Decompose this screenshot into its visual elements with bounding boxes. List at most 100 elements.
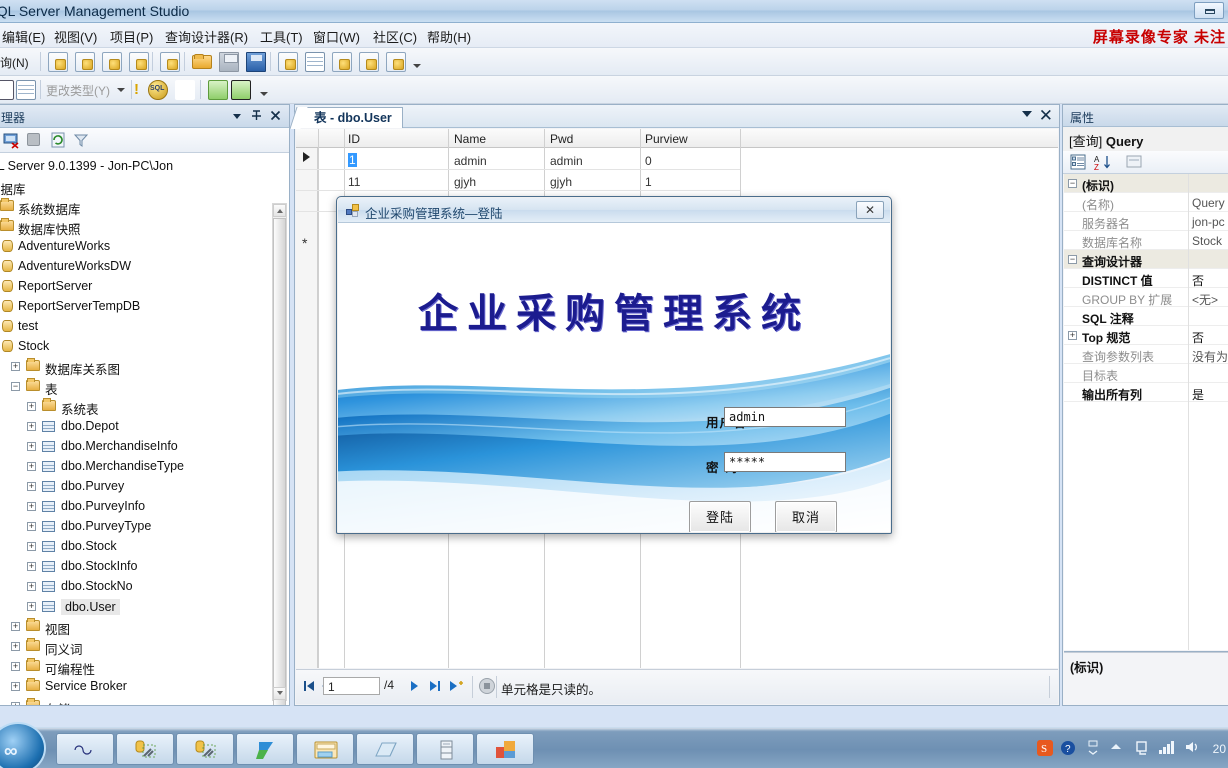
table-designer-icon[interactable]: [0, 80, 14, 100]
property-value[interactable]: 否: [1192, 272, 1204, 289]
set-primary-key-icon[interactable]: [128, 80, 148, 100]
toolbar-overflow-icon[interactable]: [413, 62, 422, 71]
verify-sql-icon[interactable]: [231, 80, 251, 100]
signal-icon[interactable]: [1158, 740, 1176, 757]
filter-icon[interactable]: [72, 131, 92, 151]
property-value[interactable]: 没有为此: [1192, 348, 1228, 365]
property-row-top-spec[interactable]: + Top 规范 否: [1064, 326, 1228, 345]
expander-icon[interactable]: +: [27, 402, 36, 411]
username-input[interactable]: admin: [724, 407, 846, 427]
menu-item-query-designer[interactable]: 查询设计器(R): [163, 27, 250, 46]
expander-icon[interactable]: +: [11, 702, 20, 705]
new-document-icon[interactable]: [48, 52, 68, 72]
cell-pwd[interactable]: admin: [550, 154, 583, 168]
column-header-id[interactable]: ID: [348, 132, 360, 146]
alphabetical-icon[interactable]: A Z: [1094, 154, 1112, 174]
properties-grid[interactable]: − (标识) (名称) Query 服务器名 jon-pc 数据库名称 Stoc…: [1064, 174, 1228, 650]
tab-dbo-user[interactable]: 表 - dbo.User: [299, 107, 403, 128]
close-icon[interactable]: ✕: [856, 201, 884, 219]
column-header-purview[interactable]: Purview: [645, 132, 688, 146]
expander-icon[interactable]: −: [11, 382, 20, 391]
expander-icon[interactable]: +: [27, 522, 36, 531]
save-all-icon[interactable]: [246, 52, 266, 72]
menu-item-help[interactable]: 帮助(H): [425, 27, 473, 46]
cell-pwd[interactable]: gjyh: [550, 175, 572, 189]
cell-name[interactable]: gjyh: [454, 175, 476, 189]
cell-id[interactable]: 11: [348, 175, 360, 189]
property-value[interactable]: Stock: [1192, 234, 1222, 248]
login-dialog[interactable]: 企业采购管理系统—登陆 ✕: [336, 196, 892, 534]
property-row-database[interactable]: 数据库名称 Stock: [1064, 231, 1228, 250]
stop-icon[interactable]: [478, 677, 496, 698]
property-category-identity[interactable]: − (标识): [1064, 174, 1228, 193]
new-record-icon[interactable]: [448, 679, 464, 696]
taskbar-clock[interactable]: 20: [1213, 742, 1226, 756]
new-file-icon[interactable]: [160, 52, 180, 72]
import-icon[interactable]: [332, 52, 352, 72]
copy-query-icon[interactable]: [278, 52, 298, 72]
results-grid-icon[interactable]: [305, 52, 325, 72]
property-row-name[interactable]: (名称) Query: [1064, 193, 1228, 212]
show-hidden-icon[interactable]: [1086, 740, 1100, 759]
column-header-name[interactable]: Name: [454, 132, 486, 146]
change-type-label[interactable]: 更改类型(Y): [46, 82, 110, 99]
last-record-icon[interactable]: [428, 679, 442, 696]
password-input[interactable]: *****: [724, 452, 846, 472]
sql-icon[interactable]: [148, 80, 168, 100]
add-table-icon[interactable]: [208, 80, 228, 100]
property-row-output-all-columns[interactable]: 输出所有列 是: [1064, 383, 1228, 402]
menu-item-project[interactable]: 项目(P): [108, 27, 155, 46]
taskbar-button-notepad[interactable]: [356, 733, 414, 765]
property-row-distinct[interactable]: DISTINCT 值 否: [1064, 269, 1228, 288]
expander-icon[interactable]: +: [11, 362, 20, 371]
restore-window-button[interactable]: [1194, 2, 1224, 19]
expander-icon[interactable]: +: [11, 642, 20, 651]
menu-item-tools[interactable]: 工具(T): [258, 27, 305, 46]
scrollbar-thumb[interactable]: [273, 218, 286, 705]
dmx-query-icon[interactable]: [102, 52, 122, 72]
next-record-icon[interactable]: [408, 679, 422, 696]
property-row-server[interactable]: 服务器名 jon-pc: [1064, 212, 1228, 231]
first-record-icon[interactable]: [302, 679, 316, 696]
expander-icon[interactable]: −: [1068, 179, 1077, 188]
cancel-button[interactable]: 取消: [775, 501, 837, 532]
taskbar-button-db-tools-2[interactable]: [176, 733, 234, 765]
chevron-down-icon[interactable]: [1022, 111, 1032, 117]
categorized-icon[interactable]: [1069, 153, 1087, 174]
save-icon[interactable]: [219, 52, 239, 72]
chevron-down-icon[interactable]: [230, 108, 245, 123]
expander-icon[interactable]: +: [27, 502, 36, 511]
expander-icon[interactable]: +: [27, 542, 36, 551]
taskbar-button-visual-studio[interactable]: [56, 733, 114, 765]
expander-icon[interactable]: +: [27, 482, 36, 491]
property-value[interactable]: jon-pc: [1192, 215, 1225, 229]
up-arrow-icon[interactable]: [1109, 740, 1123, 757]
property-row-groupby[interactable]: GROUP BY 扩展 <无>: [1064, 288, 1228, 307]
manage-indexes-icon[interactable]: [175, 80, 195, 100]
change-type-dropdown-icon[interactable]: [117, 86, 126, 95]
taskbar-button-ssms[interactable]: [236, 733, 294, 765]
expander-icon[interactable]: +: [27, 602, 36, 611]
expander-icon[interactable]: +: [27, 422, 36, 431]
cell-purview[interactable]: 1: [645, 175, 652, 189]
volume-icon[interactable]: [1184, 740, 1202, 757]
menu-item-edit[interactable]: 编辑(E): [0, 27, 47, 46]
grid-view-icon[interactable]: [16, 80, 36, 100]
property-row-target-table[interactable]: 目标表: [1064, 364, 1228, 383]
disconnect-icon[interactable]: [27, 133, 40, 146]
object-explorer-scrollbar[interactable]: [272, 203, 287, 701]
menu-item-community[interactable]: 社区(C): [371, 27, 419, 46]
expander-icon[interactable]: −: [1068, 255, 1077, 264]
record-number-input[interactable]: 1: [323, 677, 380, 695]
toolbar-overflow-icon[interactable]: [260, 90, 269, 99]
expander-icon[interactable]: +: [11, 682, 20, 691]
open-folder-icon[interactable]: [192, 55, 212, 69]
taskbar-button-folder-window[interactable]: [296, 733, 354, 765]
property-row-query-params[interactable]: 查询参数列表 没有为此: [1064, 345, 1228, 364]
scroll-up-button[interactable]: [273, 204, 286, 217]
expander-icon[interactable]: +: [27, 462, 36, 471]
new-row-marker[interactable]: *: [302, 235, 307, 251]
export-icon[interactable]: [359, 52, 379, 72]
refresh-icon[interactable]: [49, 131, 69, 151]
connect-icon[interactable]: [2, 130, 22, 150]
